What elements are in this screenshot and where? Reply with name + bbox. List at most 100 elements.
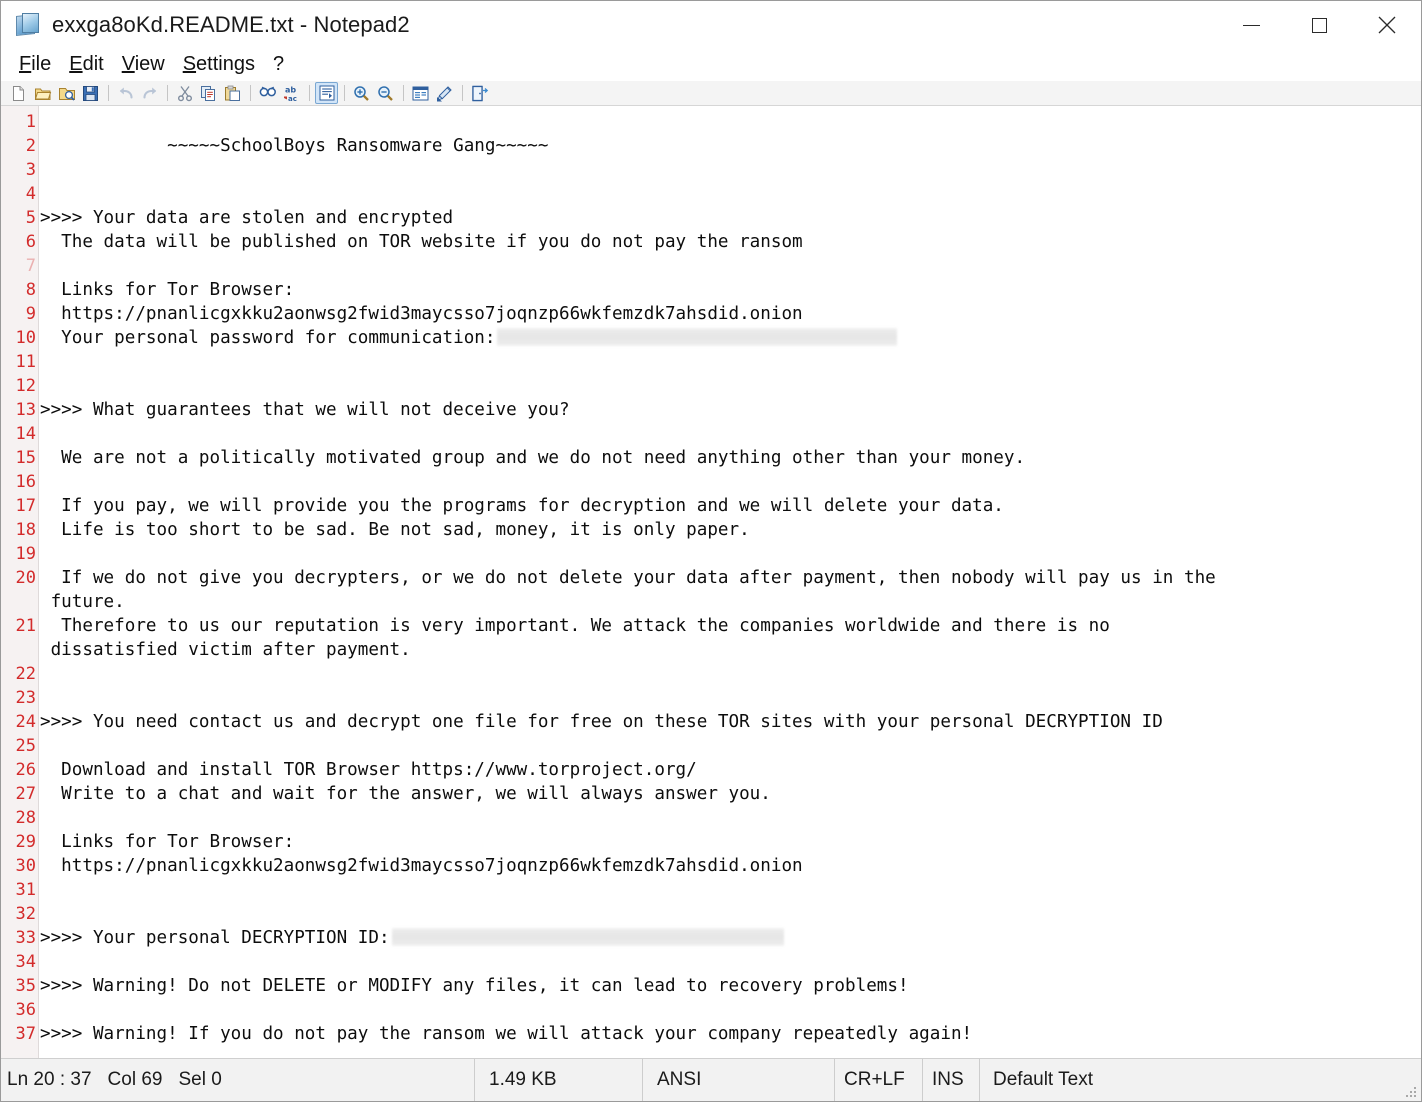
- scheme-icon[interactable]: [409, 82, 432, 104]
- code-line-text: Links for Tor Browser:: [40, 280, 295, 300]
- code-line[interactable]: Links for Tor Browser:: [40, 830, 1421, 854]
- code-line-text: >>>> Warning! If you do not pay the rans…: [40, 1024, 973, 1044]
- menu-item-settings[interactable]: Settings: [174, 52, 264, 78]
- status-insert-mode[interactable]: INS: [923, 1059, 980, 1101]
- code-line[interactable]: [40, 182, 1421, 206]
- line-number: 31: [15, 880, 36, 900]
- status-line-endings[interactable]: CR+LF: [835, 1059, 923, 1101]
- code-line[interactable]: Life is too short to be sad. Be not sad,…: [40, 518, 1421, 542]
- redacted-value: [391, 927, 784, 947]
- status-sel: Sel 0: [178, 1069, 222, 1090]
- svg-text:ab: ab: [285, 85, 296, 94]
- code-line[interactable]: The data will be published on TOR websit…: [40, 230, 1421, 254]
- minimize-icon: [1242, 24, 1260, 26]
- svg-text:ac: ac: [288, 95, 297, 102]
- copy-icon[interactable]: [197, 82, 220, 104]
- cut-icon[interactable]: [173, 82, 196, 104]
- code-line[interactable]: If you pay, we will provide you the prog…: [40, 494, 1421, 518]
- minimize-button[interactable]: [1217, 2, 1285, 48]
- code-line[interactable]: [40, 110, 1421, 134]
- code-line-text: Therefore to us our reputation is very i…: [40, 616, 1110, 636]
- line-number-gutter: 1 2 3 4 5 6 7 8 9 10 11 12 13 14 15 16 17 18 19 20 21 22 23 24 2…: [1, 106, 39, 1058]
- code-line[interactable]: [40, 686, 1421, 710]
- status-bar: Ln 20 : 37 Col 69 Sel 0 1.49 KB ANSI CR+…: [1, 1059, 1421, 1101]
- code-line[interactable]: [40, 422, 1421, 446]
- code-line[interactable]: [40, 806, 1421, 830]
- code-line[interactable]: [40, 350, 1421, 374]
- menu-item-help[interactable]: ?: [264, 52, 293, 78]
- notepad2-window: exxga8oKd.README.txt - Notepad2 File Edi…: [0, 0, 1422, 1102]
- code-line[interactable]: [40, 998, 1421, 1022]
- code-line[interactable]: Therefore to us our reputation is very i…: [40, 614, 1421, 638]
- code-line[interactable]: >>>> Your personal DECRYPTION ID:: [40, 926, 1421, 950]
- code-line[interactable]: dissatisfied victim after payment.: [40, 638, 1421, 662]
- line-number: [1, 638, 38, 662]
- menu-item-view[interactable]: View: [113, 52, 174, 78]
- code-line[interactable]: Download and install TOR Browser https:/…: [40, 758, 1421, 782]
- zoom-out-icon[interactable]: [374, 82, 397, 104]
- status-encoding[interactable]: ANSI: [643, 1059, 835, 1101]
- code-line[interactable]: >>>> Warning! If you do not pay the rans…: [40, 1022, 1421, 1046]
- code-line[interactable]: >>>> Your data are stolen and encrypted: [40, 206, 1421, 230]
- line-number: 22: [15, 664, 36, 684]
- menu-item-file[interactable]: File: [10, 52, 60, 78]
- code-line[interactable]: Links for Tor Browser:: [40, 278, 1421, 302]
- code-line[interactable]: Write to a chat and wait for the answer,…: [40, 782, 1421, 806]
- toolbar-separator: [403, 85, 404, 101]
- code-line[interactable]: >>>> What guarantees that we will not de…: [40, 398, 1421, 422]
- menu-item-edit[interactable]: Edit: [60, 52, 112, 78]
- new-file-icon[interactable]: [7, 82, 30, 104]
- replace-icon[interactable]: ab ac: [280, 82, 303, 104]
- code-line[interactable]: [40, 902, 1421, 926]
- code-line-text: ~~~~~SchoolBoys Ransomware Gang~~~~~: [40, 136, 549, 156]
- code-line[interactable]: ~~~~~SchoolBoys Ransomware Gang~~~~~: [40, 134, 1421, 158]
- line-number: 11: [15, 352, 36, 372]
- line-number: 9: [25, 304, 36, 324]
- browse-file-icon[interactable]: [55, 82, 78, 104]
- code-line-text: >>>> What guarantees that we will not de…: [40, 400, 570, 420]
- maximize-button[interactable]: [1285, 2, 1353, 48]
- zoom-in-icon[interactable]: [350, 82, 373, 104]
- code-line[interactable]: [40, 878, 1421, 902]
- code-line[interactable]: >>>> Warning! Do not DELETE or MODIFY an…: [40, 974, 1421, 998]
- line-number: 24: [15, 712, 36, 732]
- code-line[interactable]: If we do not give you decrypters, or we …: [40, 566, 1421, 590]
- code-area[interactable]: ~~~~~SchoolBoys Ransomware Gang~~~~~ >>>>…: [39, 106, 1421, 1058]
- exit-icon[interactable]: [468, 82, 491, 104]
- resize-grip[interactable]: [1404, 1085, 1418, 1099]
- undo-icon[interactable]: [114, 82, 137, 104]
- code-line[interactable]: [40, 734, 1421, 758]
- line-number: 16: [15, 472, 36, 492]
- code-line[interactable]: [40, 158, 1421, 182]
- redo-icon[interactable]: [138, 82, 161, 104]
- scheme-options-icon[interactable]: [433, 82, 456, 104]
- line-number: 2: [25, 136, 36, 156]
- code-line[interactable]: [40, 662, 1421, 686]
- find-icon[interactable]: [256, 82, 279, 104]
- code-line[interactable]: >>>> You need contact us and decrypt one…: [40, 710, 1421, 734]
- code-line-text: Your personal password for communication…: [40, 328, 496, 348]
- line-number: 6: [25, 232, 36, 252]
- code-line[interactable]: https://pnanlicgxkku2aonwsg2fwid3maycsso…: [40, 854, 1421, 878]
- toolbar-separator: [309, 85, 310, 101]
- code-line[interactable]: https://pnanlicgxkku2aonwsg2fwid3maycsso…: [40, 302, 1421, 326]
- paste-icon[interactable]: [221, 82, 244, 104]
- code-line[interactable]: [40, 950, 1421, 974]
- code-line[interactable]: [40, 374, 1421, 398]
- code-line[interactable]: [40, 254, 1421, 278]
- close-button[interactable]: [1353, 2, 1421, 48]
- menu-bar: File Edit View Settings ?: [1, 49, 1421, 81]
- code-line[interactable]: future.: [40, 590, 1421, 614]
- line-number: 34: [15, 952, 36, 972]
- text-editor[interactable]: 1 2 3 4 5 6 7 8 9 10 11 12 13 14 15 16 17 18 19 20 21 22 23 24 2…: [1, 106, 1421, 1059]
- open-file-icon[interactable]: [31, 82, 54, 104]
- code-line-text: If we do not give you decrypters, or we …: [40, 568, 1216, 588]
- line-number: 35: [15, 976, 36, 996]
- status-scheme[interactable]: Default Text: [980, 1059, 1421, 1101]
- code-line[interactable]: [40, 470, 1421, 494]
- word-wrap-icon[interactable]: [315, 82, 338, 104]
- code-line[interactable]: [40, 542, 1421, 566]
- code-line[interactable]: We are not a politically motivated group…: [40, 446, 1421, 470]
- save-file-icon[interactable]: [79, 82, 102, 104]
- code-line[interactable]: Your personal password for communication…: [40, 326, 1421, 350]
